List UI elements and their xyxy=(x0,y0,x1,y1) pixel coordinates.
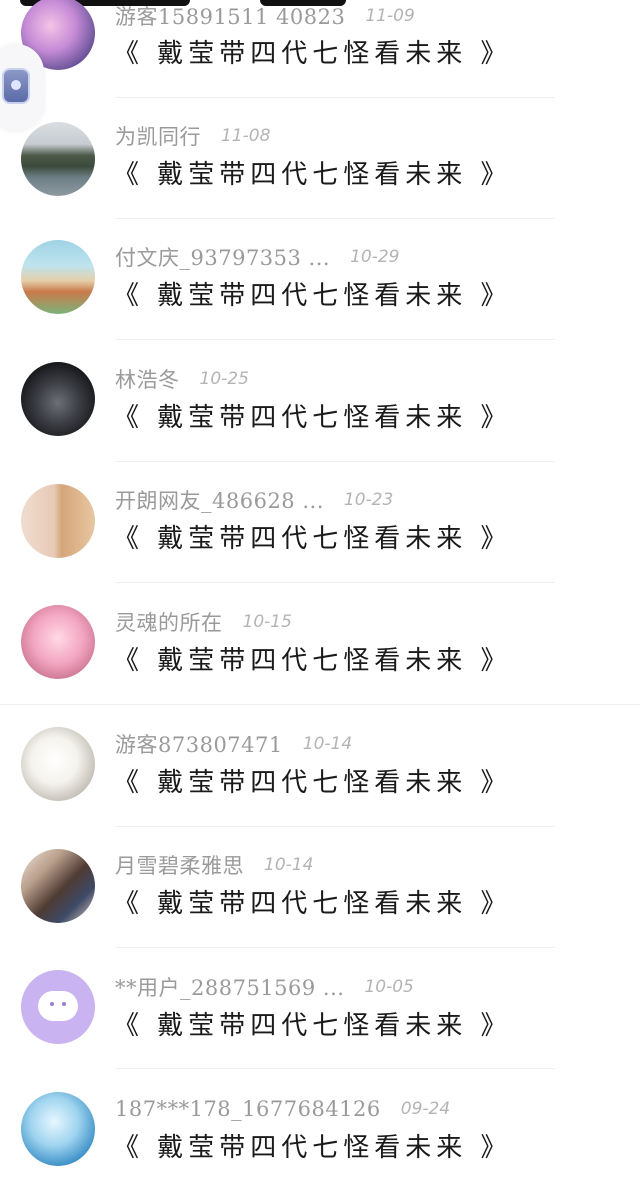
comment-item[interactable]: 187***178_1677684126 09-24 《 戴莹带四代七怪看未来 … xyxy=(0,1069,640,1190)
chat-bubble-eye xyxy=(50,1002,54,1006)
pink-anime-avatar[interactable] xyxy=(21,605,95,679)
chat-bubble-icon xyxy=(38,991,78,1021)
comment-text: 《 戴莹带四代七怪看未来 》 xyxy=(113,1132,512,1163)
comment-meta: **用户_288751569 ... 10-05 xyxy=(115,974,414,1000)
comment-text: 《 戴莹带四代七怪看未来 》 xyxy=(113,645,512,676)
row-divider xyxy=(115,97,555,98)
comment-text: 《 戴莹带四代七怪看未来 》 xyxy=(113,280,512,311)
row-divider xyxy=(115,218,555,219)
comment-username[interactable]: 灵魂的所在 xyxy=(115,607,223,637)
comment-date: 10-14 xyxy=(302,734,353,754)
comment-item[interactable]: 灵魂的所在 10-15 《 戴莹带四代七怪看未来 》 xyxy=(0,584,640,705)
comment-item[interactable]: 开朗网友_486628 ... 10-23 《 戴莹带四代七怪看未来 》 xyxy=(0,463,640,584)
comment-text: 《 戴莹带四代七怪看未来 》 xyxy=(113,402,512,433)
car-interior-avatar[interactable] xyxy=(21,362,95,436)
person-with-bear-avatar[interactable] xyxy=(21,484,95,558)
ice-bear-avatar[interactable] xyxy=(21,727,95,801)
row-divider xyxy=(115,582,555,583)
comment-meta: 开朗网友_486628 ... 10-23 xyxy=(115,487,393,513)
comment-text: 《 戴莹带四代七怪看未来 》 xyxy=(113,38,512,69)
comment-item[interactable]: 付文庆_93797353 ... 10-29 《 戴莹带四代七怪看未来 》 xyxy=(0,221,640,342)
comment-text: 《 戴莹带四代七怪看未来 》 xyxy=(113,767,512,798)
comment-item[interactable]: **用户_288751569 ... 10-05 《 戴莹带四代七怪看未来 》 xyxy=(0,948,640,1069)
comment-item[interactable]: 游客15891511 40823 11-09 《 戴莹带四代七怪看未来 》 xyxy=(0,0,640,100)
comment-text: 《 戴莹带四代七怪看未来 》 xyxy=(113,888,512,919)
comment-date: 10-14 xyxy=(264,855,314,875)
comment-item[interactable]: 为凯同行 11-08 《 戴莹带四代七怪看未来 》 xyxy=(0,100,640,221)
comment-date: 10-29 xyxy=(350,247,400,267)
comment-date: 10-05 xyxy=(364,977,414,997)
chat-bubble-eye xyxy=(62,1002,66,1006)
comment-item[interactable]: 林浩冬 10-25 《 戴莹带四代七怪看未来 》 xyxy=(0,342,640,463)
row-divider xyxy=(0,704,640,705)
comment-text: 《 戴莹带四代七怪看未来 》 xyxy=(113,523,512,554)
comment-username[interactable]: 游客15891511 40823 xyxy=(115,1,345,31)
app-shortcut-icon xyxy=(2,68,30,104)
photo-collage-avatar[interactable] xyxy=(21,849,95,923)
comment-username[interactable]: 月雪碧柔雅思 xyxy=(115,850,244,880)
comment-username[interactable]: 187***178_1677684126 xyxy=(115,1097,381,1121)
comment-meta: 187***178_1677684126 09-24 xyxy=(115,1096,450,1122)
comment-date: 11-09 xyxy=(365,6,415,26)
comment-meta: 月雪碧柔雅思 10-14 xyxy=(115,852,313,878)
comment-text: 《 戴莹带四代七怪看未来 》 xyxy=(113,159,512,190)
row-divider xyxy=(115,461,555,462)
comment-meta: 付文庆_93797353 ... 10-29 xyxy=(115,244,400,270)
comment-item[interactable]: 游客873807471 10-14 《 戴莹带四代七怪看未来 》 xyxy=(0,706,640,827)
comment-username[interactable]: 开朗网友_486628 ... xyxy=(115,485,324,515)
comment-meta: 游客873807471 10-14 xyxy=(115,731,352,757)
row-divider xyxy=(115,339,555,340)
comment-meta: 林浩冬 10-25 xyxy=(115,366,249,392)
comment-username[interactable]: 林浩冬 xyxy=(115,364,180,394)
comment-meta: 为凯同行 11-08 xyxy=(115,123,270,149)
comment-meta: 游客15891511 40823 11-09 xyxy=(115,3,415,29)
comment-username[interactable]: 为凯同行 xyxy=(115,121,201,151)
default-chat-avatar[interactable] xyxy=(21,970,95,1044)
comment-item[interactable]: 月雪碧柔雅思 10-14 《 戴莹带四代七怪看未来 》 xyxy=(0,827,640,948)
mermaid-avatar[interactable] xyxy=(21,1092,95,1166)
lake-photo-avatar[interactable] xyxy=(21,122,95,196)
comment-date: 10-23 xyxy=(343,490,394,510)
floating-shortcut-widget[interactable] xyxy=(0,44,44,130)
comment-username[interactable]: 游客873807471 xyxy=(115,729,283,759)
comment-meta: 灵魂的所在 10-15 xyxy=(115,609,292,635)
comment-text: 《 戴莹带四代七怪看未来 》 xyxy=(113,1010,512,1041)
comment-date: 11-08 xyxy=(221,126,271,146)
comment-date: 10-15 xyxy=(242,612,292,632)
comment-date: 09-24 xyxy=(400,1099,451,1119)
comment-date: 10-25 xyxy=(199,369,249,389)
comment-username[interactable]: 付文庆_93797353 ... xyxy=(115,242,330,272)
park-avatar[interactable] xyxy=(21,240,95,314)
comment-username[interactable]: **用户_288751569 ... xyxy=(115,972,344,1002)
